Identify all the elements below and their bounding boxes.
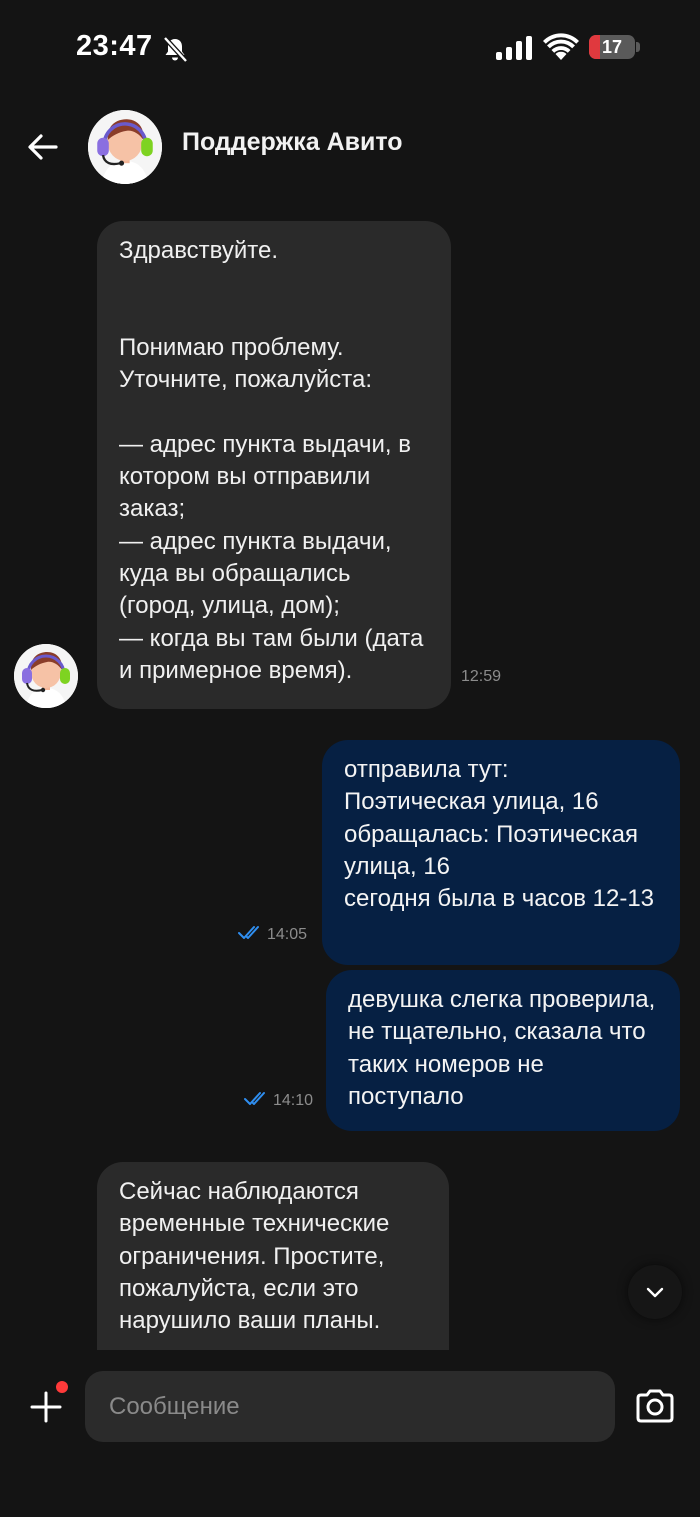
message-bubble-outgoing[interactable]: отправила тут: Поэтическая улица, 16 обр… <box>322 740 680 965</box>
battery-percent: 17 <box>601 37 623 57</box>
message-bubble-outgoing[interactable]: девушка слегка проверила, не тщательно, … <box>326 970 680 1131</box>
support-agent-icon <box>88 110 162 184</box>
message-bubble-incoming[interactable]: Здравствуйте. Понимаю проблему. Уточните… <box>97 221 451 709</box>
notification-dot <box>56 1381 68 1393</box>
battery-icon: 17 <box>589 35 635 59</box>
read-checkmarks-icon <box>244 1092 265 1105</box>
message-time: 14:05 <box>267 926 308 943</box>
bell-slash-icon <box>163 36 188 63</box>
chevron-down-icon <box>646 1287 664 1298</box>
support-agent-avatar[interactable] <box>88 110 162 184</box>
camera-icon[interactable] <box>634 1387 676 1425</box>
scroll-to-bottom-button[interactable] <box>628 1265 682 1319</box>
battery-tip <box>636 42 640 52</box>
read-checkmarks-icon <box>238 926 259 939</box>
message-bubble-incoming[interactable]: Сейчас наблюдаются временные технические… <box>97 1162 449 1382</box>
message-time: 14:10 <box>273 1092 314 1109</box>
plus-icon[interactable] <box>28 1389 64 1425</box>
wifi-icon <box>543 33 579 60</box>
sender-avatar[interactable] <box>14 644 78 708</box>
status-time: 23:47 <box>76 30 153 62</box>
arrow-left-icon[interactable] <box>24 128 62 166</box>
message-input[interactable] <box>85 1371 615 1442</box>
support-agent-icon <box>14 644 78 708</box>
signal-icon <box>496 36 532 60</box>
chat-title[interactable]: Поддержка Авито <box>182 128 403 157</box>
message-time: 12:59 <box>461 668 502 685</box>
